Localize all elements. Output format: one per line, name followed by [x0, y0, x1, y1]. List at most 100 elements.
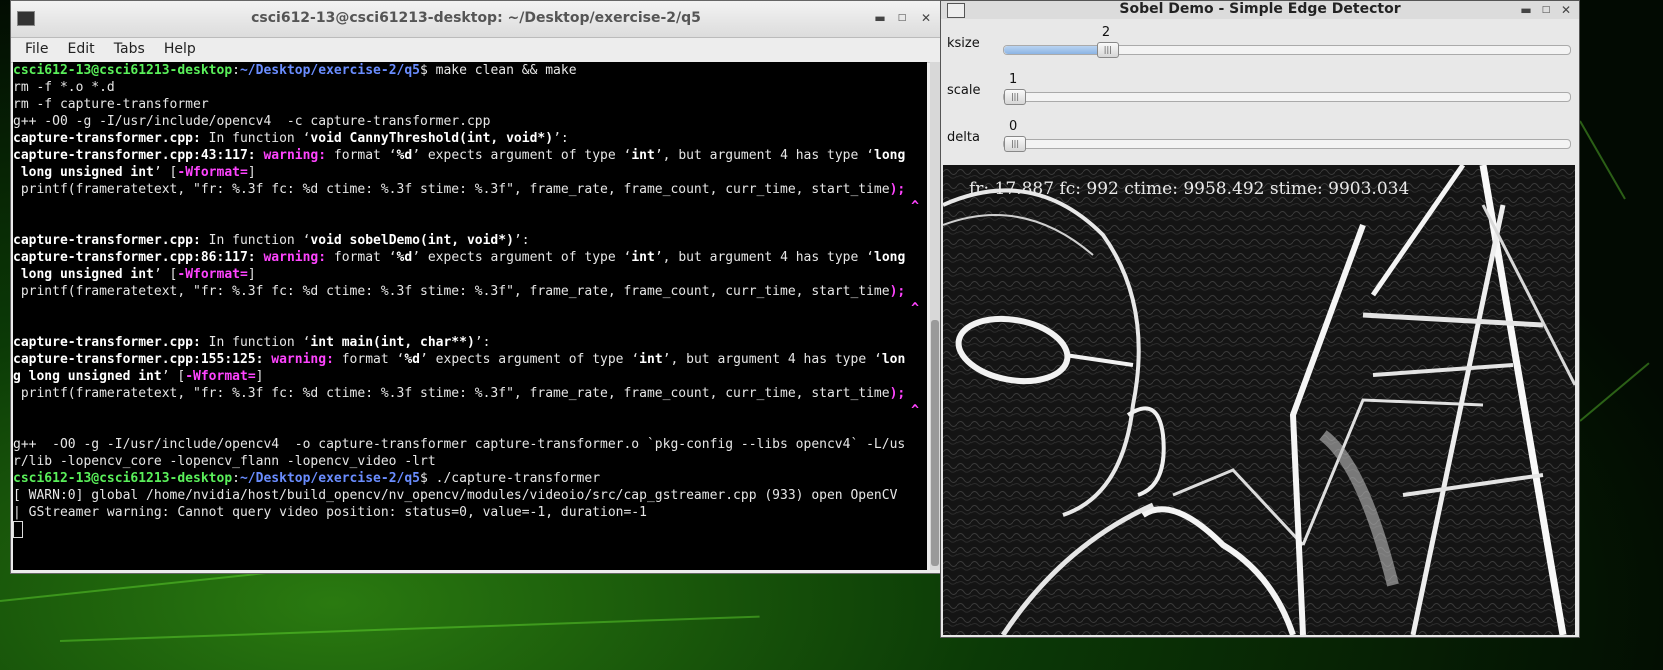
terminal-output[interactable]: csci612-13@csci61213-desktop:~/Desktop/e… [13, 62, 927, 570]
prompt-path: ~/Desktop/exercise-2/q5 [239, 63, 420, 78]
trackbar-ksize: ksize ||| 2 [941, 21, 1579, 67]
terminal-line: long unsigned int’ [-Wformat=] [13, 266, 927, 283]
text: int [639, 352, 663, 367]
prompt-path: ~/Desktop/exercise-2/q5 [239, 471, 420, 486]
file-ref: capture-transformer.cpp: [13, 233, 201, 248]
text: In function ‘ [200, 233, 311, 248]
trackbar-groove[interactable]: ||| [1003, 136, 1571, 152]
text: ’ [ [161, 369, 186, 384]
text: int [631, 250, 655, 265]
maximize-icon[interactable]: □ [895, 11, 909, 25]
function-name: void sobelDemo(int, void*) [310, 233, 514, 248]
warning-label: warning: [271, 352, 334, 367]
command-text: ./capture-transformer [427, 471, 601, 486]
prompt-user: csci612-13@csci61213-desktop [13, 63, 233, 78]
terminal-line: csci612-13@csci61213-desktop:~/Desktop/e… [13, 63, 577, 78]
sobel-window: Sobel Demo - Simple Edge Detector ▬ □ ✕ … [940, 0, 1580, 638]
trackbar-groove[interactable]: ||| [1003, 89, 1571, 105]
minimize-icon[interactable]: ▬ [1519, 3, 1533, 17]
warning-label: warning: [263, 250, 327, 265]
trackbar-handle[interactable]: ||| [1096, 42, 1119, 58]
command-text: make clean && make [427, 63, 577, 78]
warning-flag: -Wformat= [177, 165, 248, 180]
menu-file[interactable]: File [19, 38, 56, 57]
warning-flag: -Wformat= [185, 369, 256, 384]
text: ); [889, 386, 906, 401]
code-text: printf(frameratetext, "fr: %.3f fc: %d c… [13, 386, 890, 401]
file-ref: capture-transformer.cpp: [13, 335, 201, 350]
terminal-line: capture-transformer.cpp:43:117: warning:… [13, 147, 927, 164]
edge-image-view: fr: 17.887 fc: 992 ctime: 9958.492 stime… [943, 165, 1575, 635]
trackbar-label: scale [947, 83, 981, 98]
prompt-user: csci612-13@csci61213-desktop [13, 471, 233, 486]
text: ’ [ [153, 267, 178, 282]
text: ’: [553, 131, 569, 146]
terminal-line: printf(frameratetext, "fr: %.3f fc: %d c… [13, 283, 927, 300]
trackbar-handle[interactable]: ||| [1004, 136, 1026, 152]
terminal-line: | GStreamer warning: Cannot query video … [13, 505, 647, 520]
file-ref: capture-transformer.cpp:155:125: [13, 352, 264, 367]
terminal-line [13, 521, 927, 538]
close-icon[interactable]: ✕ [1559, 3, 1573, 17]
terminal-line: rm -f capture-transformer [13, 97, 209, 112]
terminal-title: csci612-13@csci61213-desktop: ~/Desktop/… [251, 10, 701, 26]
terminal-line: r/lib -lopencv_core -lopencv_flann -lope… [13, 454, 436, 469]
trackbar-fill [1004, 46, 1107, 54]
caret-marker: ^ [911, 301, 919, 316]
scrollbar-thumb[interactable] [931, 320, 939, 566]
frame-rate-overlay: fr: 17.887 fc: 992 ctime: 9958.492 stime… [969, 179, 1410, 199]
terminal-line: [ WARN:0] global /home/nvidia/host/build… [13, 488, 898, 503]
menu-help[interactable]: Help [158, 38, 204, 57]
terminal-line: capture-transformer.cpp: In function ‘vo… [13, 232, 927, 249]
text: format ‘ [326, 148, 397, 163]
terminal-scrollbar[interactable] [930, 62, 940, 570]
trackbar-label: ksize [947, 36, 980, 51]
close-icon[interactable]: ✕ [919, 11, 933, 25]
text: long [874, 250, 906, 265]
code-text: printf(frameratetext, "fr: %.3f fc: %d c… [13, 284, 890, 299]
terminal-titlebar[interactable]: csci612-13@csci61213-desktop: ~/Desktop/… [11, 1, 941, 38]
text: ] [247, 165, 256, 180]
terminal-window: csci612-13@csci61213-desktop: ~/Desktop/… [10, 0, 942, 574]
text: ); [889, 284, 906, 299]
sobel-titlebar[interactable]: Sobel Demo - Simple Edge Detector ▬ □ ✕ [941, 1, 1579, 19]
terminal-line: capture-transformer.cpp: In function ‘in… [13, 334, 927, 351]
text: ’, but argument 4 has type ‘ [662, 352, 882, 367]
text: %d [396, 148, 413, 163]
menu-edit[interactable]: Edit [62, 38, 103, 57]
terminal-line: long unsigned int’ [-Wformat=] [13, 164, 927, 181]
terminal-line: capture-transformer.cpp:86:117: warning:… [13, 249, 927, 266]
text: ’: [513, 233, 530, 248]
terminal-line: printf(frameratetext, "fr: %.3f fc: %d c… [13, 385, 927, 402]
terminal-line: g++ -O0 -g -I/usr/include/opencv4 -o cap… [13, 437, 906, 452]
text: ’: [474, 335, 491, 350]
terminal-line: ^ [13, 300, 927, 317]
function-name: int main(int, char**) [310, 335, 475, 350]
minimize-icon[interactable]: ▬ [873, 11, 887, 25]
text: ’ [ [153, 165, 178, 180]
text: long [874, 148, 906, 163]
menu-tabs[interactable]: Tabs [108, 38, 153, 57]
text: format ‘ [326, 250, 397, 265]
text: format ‘ [333, 352, 405, 367]
trackbar-groove[interactable]: ||| [1003, 42, 1571, 58]
text: lon [881, 352, 906, 367]
text: ] [247, 267, 256, 282]
maximize-icon[interactable]: □ [1539, 3, 1553, 17]
warning-flag: -Wformat= [177, 267, 248, 282]
text: long unsigned int [13, 165, 154, 180]
warning-label: warning: [263, 148, 327, 163]
text: g long unsigned int [13, 369, 162, 384]
terminal-line: printf(frameratetext, "fr: %.3f fc: %d c… [13, 181, 927, 198]
terminal-line: ^ [13, 402, 927, 419]
caret-marker: ^ [911, 199, 919, 214]
code-text: printf(frameratetext, "fr: %.3f fc: %d c… [13, 182, 890, 197]
trackbar-handle[interactable]: ||| [1004, 89, 1026, 105]
terminal-line: g long unsigned int’ [-Wformat=] [13, 368, 927, 385]
text: long unsigned int [13, 267, 154, 282]
text: ’ expects argument of type ‘ [412, 148, 632, 163]
text: %d [396, 250, 413, 265]
edge-detection-image [943, 165, 1575, 635]
